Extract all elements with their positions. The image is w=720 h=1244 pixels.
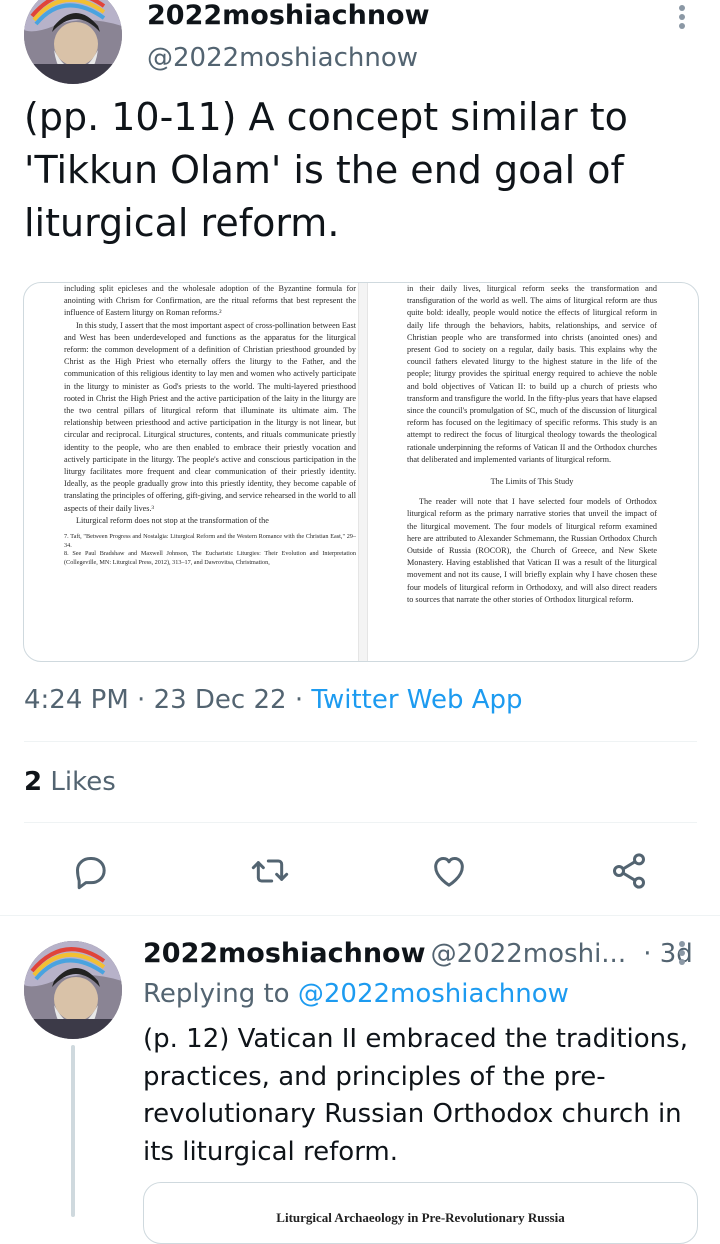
meta-separator: ·	[137, 685, 154, 715]
divider	[0, 915, 720, 916]
footnote: 7. Taft, "Between Progress and Nostalgia…	[64, 533, 356, 549]
avatar[interactable]	[24, 0, 122, 84]
page-paragraph: in their daily lives, liturgical reform …	[407, 284, 657, 464]
more-icon[interactable]	[672, 4, 692, 38]
reply-more-icon[interactable]	[672, 940, 692, 974]
like-icon[interactable]	[429, 851, 469, 891]
reply-display-name[interactable]: 2022moshiachnow	[143, 938, 426, 969]
thread-line	[71, 1045, 75, 1217]
display-name[interactable]: 2022moshiachnow	[147, 0, 430, 31]
reply-media-preview[interactable]: Liturgical Archaeology in Pre-Revolution…	[143, 1182, 698, 1244]
retweet-icon[interactable]	[250, 851, 290, 891]
likes-label: Likes	[50, 767, 116, 797]
handle[interactable]: @2022moshiachnow	[147, 43, 418, 73]
page-paragraph: including split epicleses and the wholes…	[64, 284, 356, 318]
tweet-meta: 4:24 PM · 23 Dec 22 · Twitter Web App	[24, 685, 523, 715]
page-paragraph: Liturgical reform does not stop at the t…	[76, 515, 269, 525]
meta-separator: ·	[294, 685, 312, 715]
replying-label: Replying to	[143, 979, 290, 1009]
replying-to: Replying to @2022moshiachnow	[143, 979, 569, 1009]
reply-avatar[interactable]	[24, 941, 122, 1039]
reply-media-heading: Liturgical Archaeology in Pre-Revolution…	[276, 1210, 565, 1225]
replying-handle[interactable]: @2022moshiachnow	[298, 979, 569, 1009]
reply-text: (p. 12) Vatican II embraced the traditio…	[143, 1024, 688, 1167]
tweet-date[interactable]: 23 Dec 22	[154, 685, 287, 715]
likes-count[interactable]: 2 Likes	[24, 767, 116, 797]
likes-number: 2	[24, 767, 43, 797]
reply-handle[interactable]: @2022moshi...	[431, 939, 626, 969]
tweet-time[interactable]: 4:24 PM	[24, 685, 129, 715]
reply-header: 2022moshiachnow @2022moshi... · 3d	[143, 938, 693, 969]
tweet-text: (pp. 10-11) A concept similar to 'Tikkun…	[24, 95, 628, 245]
tweet-media[interactable]: including split epicleses and the wholes…	[23, 282, 699, 662]
book-page-left: including split epicleses and the wholes…	[64, 283, 356, 661]
page-paragraph: In this study, I assert that the most im…	[64, 320, 357, 513]
page-paragraph: The reader will note that I have selecte…	[407, 497, 657, 604]
page-heading: The Limits of This Study	[490, 477, 574, 487]
divider	[24, 741, 697, 742]
divider	[24, 822, 697, 823]
media-gutter	[358, 283, 368, 661]
tweet-source[interactable]: Twitter Web App	[311, 685, 522, 715]
footnote: 8. See Paul Bradshaw and Maxwell Johnson…	[64, 550, 356, 566]
reply-icon[interactable]	[70, 851, 110, 891]
share-icon[interactable]	[609, 851, 649, 891]
book-page-right: in their daily lives, liturgical reform …	[407, 283, 657, 661]
